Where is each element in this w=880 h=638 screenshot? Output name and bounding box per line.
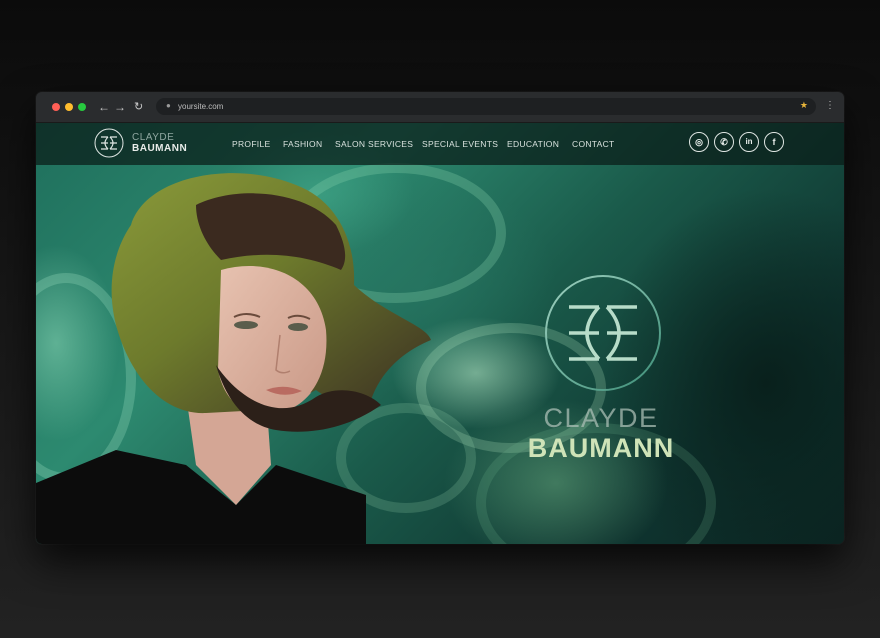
kebab-menu-icon[interactable]: ⋮ [825, 100, 835, 111]
hero-title-line1: CLAYDE [543, 403, 659, 433]
nav-link-profile[interactable]: PROFILE [232, 138, 270, 150]
facebook-icon[interactable]: f [764, 132, 784, 152]
hero-logo-icon [545, 275, 661, 391]
logo-icon[interactable] [94, 128, 124, 158]
close-window-button[interactable] [52, 103, 60, 111]
arrow-right-icon[interactable]: → [114, 99, 126, 115]
nav-link-special-events[interactable]: SPECIAL EVENTS [422, 138, 498, 150]
minimize-window-button[interactable] [65, 103, 73, 111]
star-icon[interactable]: ★ [800, 100, 808, 111]
instagram-icon[interactable]: ◎ [689, 132, 709, 152]
reload-icon[interactable]: ↻ [134, 99, 143, 115]
web-page: CLAYDE BAUMANN PROFILE FASHION SALON SER… [36, 123, 844, 544]
url-text: yoursite.com [178, 102, 224, 111]
site-header: CLAYDE BAUMANN PROFILE FASHION SALON SER… [36, 123, 844, 165]
nav-link-contact[interactable]: CONTACT [572, 138, 615, 150]
model-portrait-image [36, 173, 431, 544]
logo-text-line2[interactable]: BAUMANN [132, 143, 187, 154]
linkedin-icon[interactable]: in [739, 132, 759, 152]
browser-window: ← → ↻ ● yoursite.com ★ ⋮ CLAYDE BAUMANN … [36, 92, 844, 544]
arrow-left-icon[interactable]: ← [98, 99, 110, 115]
logo-text-line1[interactable]: CLAYDE [132, 132, 174, 143]
maximize-window-button[interactable] [78, 103, 86, 111]
whatsapp-icon[interactable]: ✆ [714, 132, 734, 152]
nav-link-education[interactable]: EDUCATION [507, 138, 559, 150]
address-bar[interactable]: ● yoursite.com ★ [156, 98, 816, 115]
nav-link-salon-services[interactable]: SALON SERVICES [335, 138, 413, 150]
hero-title-line2: BAUMANN [527, 433, 675, 463]
browser-toolbar: ← → ↻ ● yoursite.com ★ ⋮ [36, 92, 844, 123]
nav-link-fashion[interactable]: FASHION [283, 138, 322, 150]
lock-icon: ● [166, 101, 171, 110]
